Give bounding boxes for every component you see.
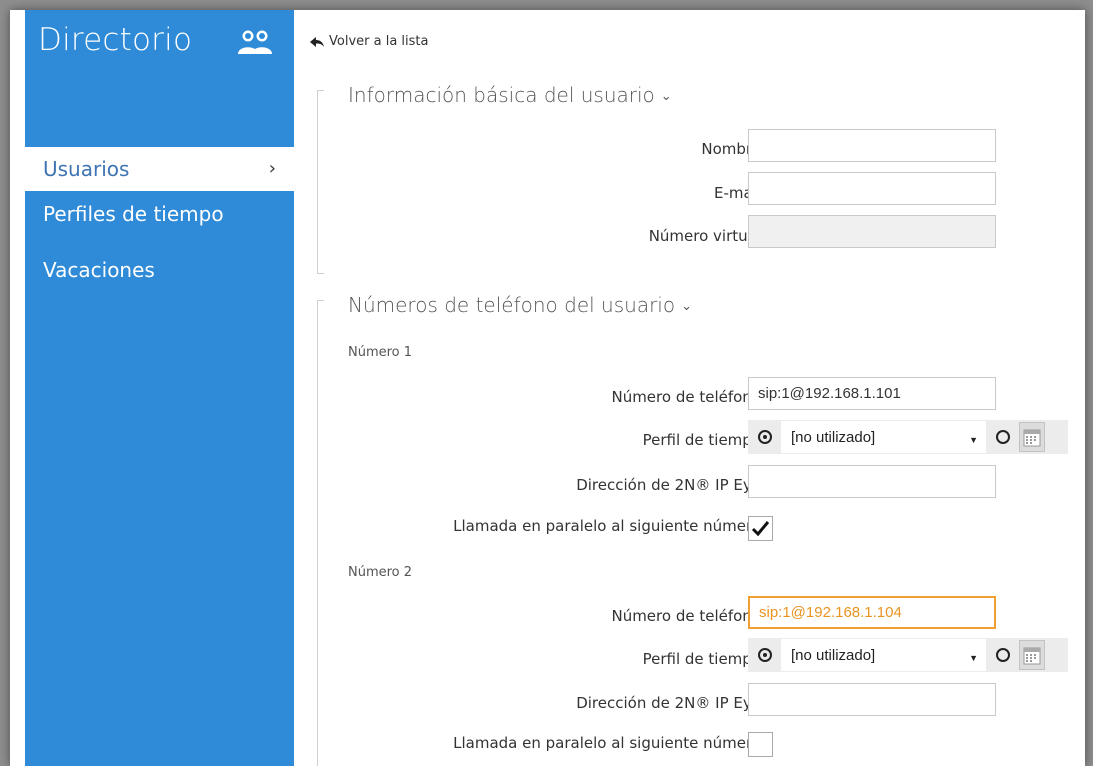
virtual-number-label: Número virtual (648, 227, 761, 245)
back-link[interactable]: Volver a la lista (310, 34, 429, 49)
number-2-heading: Número 2 (348, 565, 413, 580)
time-profile-1-select[interactable]: [no utilizado] ▼ (781, 421, 986, 453)
email-input[interactable] (748, 172, 996, 205)
time-profile-1-group: [no utilizado] ▼ (748, 420, 1068, 454)
ip-eye-label: Dirección de 2N® IP Eye (576, 476, 761, 494)
profile-calendar-radio[interactable] (996, 430, 1010, 444)
section-title: Números de teléfono del usuario (348, 293, 676, 317)
chevron-down-icon: ⌄ (681, 299, 692, 314)
calendar-icon (1023, 429, 1041, 447)
select-value: [no utilizado] (791, 646, 876, 664)
sidebar-item-perfiles-de-tiempo[interactable]: Perfiles de tiempo (25, 192, 294, 236)
phone-numbers-section-toggle[interactable]: Números de teléfono del usuario ⌄ (348, 293, 692, 317)
phone-number-1-input[interactable] (748, 377, 996, 410)
time-profile-2-select[interactable]: [no utilizado] ▼ (781, 639, 986, 671)
sidebar-item-label: Perfiles de tiempo (43, 202, 224, 226)
chevron-right-icon: › (268, 158, 276, 179)
ip-eye-2-input[interactable] (748, 683, 996, 716)
chevron-down-icon: ⌄ (660, 89, 672, 104)
back-link-label: Volver a la lista (329, 34, 429, 49)
main-content: Volver a la lista Información básica del… (294, 10, 1085, 766)
sidebar-item-usuarios[interactable]: Usuarios › (25, 147, 294, 191)
dropdown-arrow-icon: ▼ (969, 435, 978, 445)
name-input[interactable] (748, 129, 996, 162)
app-title: Directorio (38, 22, 193, 58)
dropdown-arrow-icon: ▼ (969, 653, 978, 663)
profile-select-radio[interactable] (758, 648, 772, 662)
parallel-call-label: Llamada en paralelo al siguiente número (453, 734, 761, 752)
time-profile-label: Perfil de tiempo (642, 650, 761, 668)
users-icon (238, 30, 272, 54)
calendar-button[interactable] (1019, 422, 1045, 452)
parallel-call-label: Llamada en paralelo al siguiente número (453, 517, 761, 535)
select-value: [no utilizado] (791, 428, 876, 446)
checkmark-icon (751, 521, 770, 537)
sidebar-item-label: Usuarios (43, 157, 130, 181)
parallel-call-2-checkbox[interactable] (748, 732, 773, 757)
time-profile-2-group: [no utilizado] ▼ (748, 638, 1068, 672)
virtual-number-input (748, 215, 996, 248)
ip-eye-1-input[interactable] (748, 465, 996, 498)
section-title: Información básica del usuario (348, 83, 655, 107)
time-profile-label: Perfil de tiempo (642, 431, 761, 449)
number-1-heading: Número 1 (348, 345, 413, 360)
profile-select-radio[interactable] (758, 430, 772, 444)
ip-eye-label: Dirección de 2N® IP Eye (576, 694, 761, 712)
back-arrow-icon (310, 36, 324, 47)
calendar-icon (1023, 647, 1041, 665)
basic-info-section-toggle[interactable]: Información básica del usuario ⌄ (348, 83, 672, 107)
sidebar: Directorio Usuarios › Perfiles de tiempo… (25, 10, 294, 766)
parallel-call-1-checkbox[interactable] (748, 516, 773, 541)
phone-number-label: Número de teléfono (611, 388, 761, 406)
section-bracket (317, 300, 324, 766)
phone-number-2-input[interactable] (748, 596, 996, 629)
sidebar-item-vacaciones[interactable]: Vacaciones (25, 248, 294, 292)
phone-number-label: Número de teléfono (611, 607, 761, 625)
profile-calendar-radio[interactable] (996, 648, 1010, 662)
section-bracket (317, 90, 324, 274)
calendar-button[interactable] (1019, 640, 1045, 670)
app-window: Directorio Usuarios › Perfiles de tiempo… (10, 10, 1085, 766)
sidebar-item-label: Vacaciones (43, 258, 155, 282)
